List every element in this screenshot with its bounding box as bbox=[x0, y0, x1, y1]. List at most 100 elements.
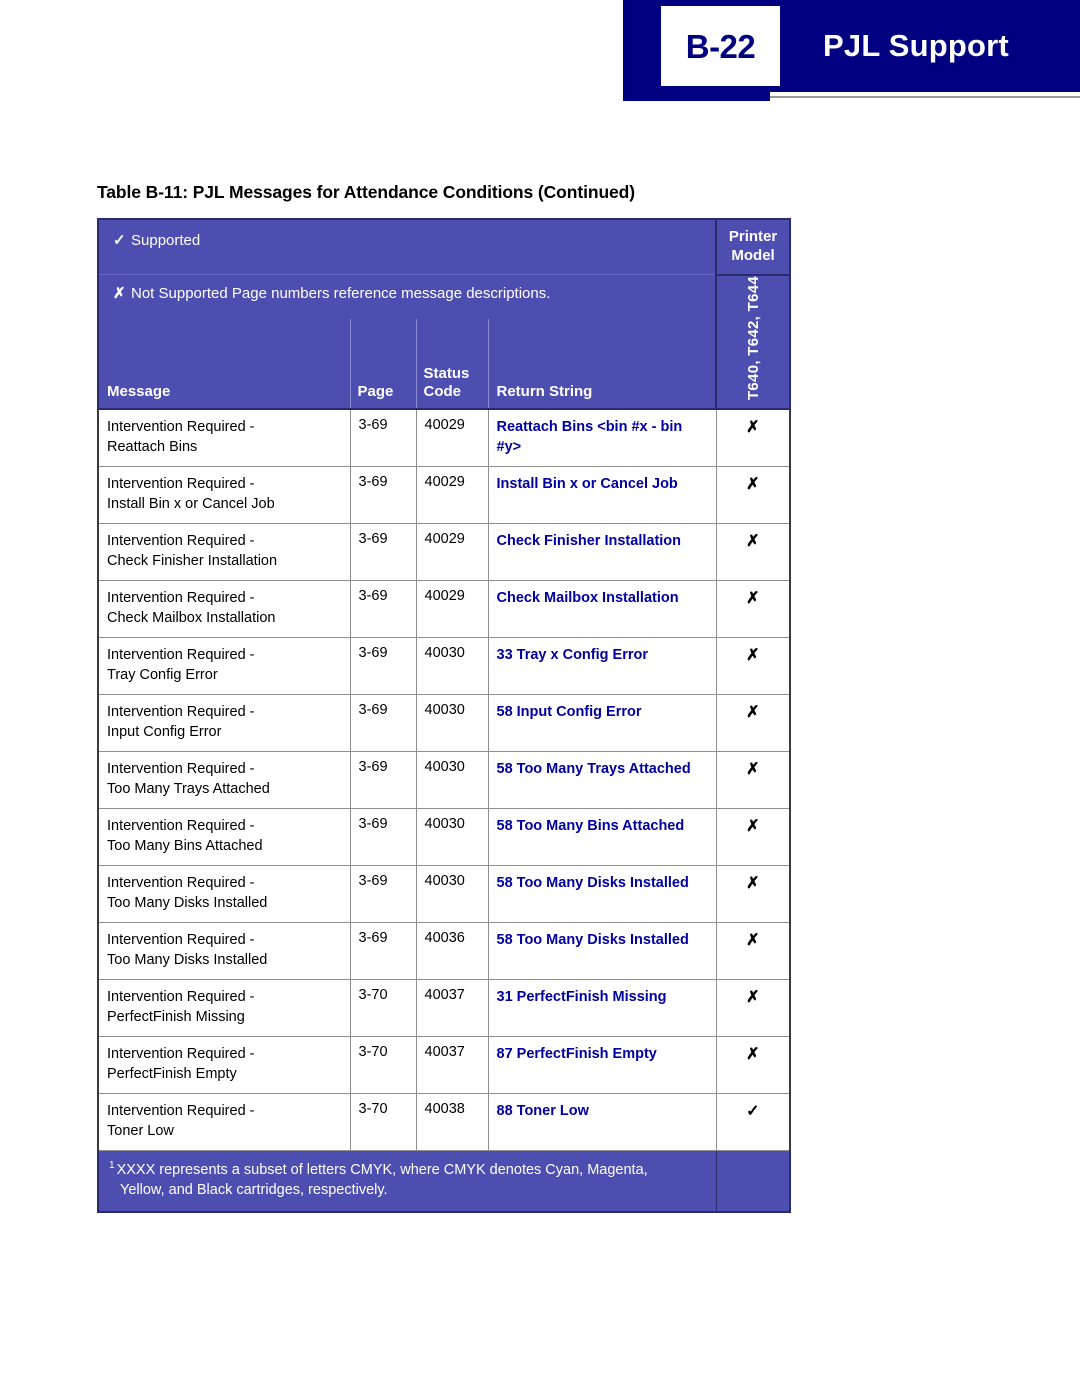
legend-page-note: Page numbers reference message descripti… bbox=[231, 285, 551, 302]
table-row: Intervention Required - Install Bin x or… bbox=[97, 466, 792, 524]
cell-message: Intervention Required - Too Many Disks I… bbox=[97, 865, 350, 923]
printer-model-vertical-label-cell: T640, T642, T644 bbox=[715, 274, 792, 410]
cell-status-code: 40037 bbox=[415, 979, 488, 1037]
cell-message: Intervention Required - Too Many Trays A… bbox=[97, 751, 350, 809]
table-row: Intervention Required - Too Many Bins At… bbox=[97, 808, 792, 866]
table-row: Intervention Required - Reattach Bins 3-… bbox=[97, 408, 792, 467]
message-line1: Intervention Required - bbox=[107, 589, 255, 606]
table-footnote-row: 1 XXXX represents a subset of letters CMY… bbox=[96, 1149, 792, 1213]
pjl-messages-table: ✓ Supported Printer Model ✗ Not Supported … bbox=[96, 218, 792, 1213]
cell-return-string: 88 Toner Low bbox=[487, 1093, 717, 1151]
cell-page: 3-69 bbox=[349, 922, 416, 980]
column-header-status-code: Status Code bbox=[415, 318, 488, 410]
cell-status-code: 40030 bbox=[415, 865, 488, 923]
message-line2: Too Many Disks Installed bbox=[107, 951, 268, 968]
cell-status-code: 40029 bbox=[415, 580, 488, 638]
footnote-line2: Yellow, and Black cartridges, respective… bbox=[120, 1181, 388, 1198]
table-footnote-blank-cell bbox=[716, 1149, 792, 1213]
message-line2: Reattach Bins bbox=[107, 438, 198, 455]
message-line1: Intervention Required - bbox=[107, 1045, 255, 1062]
cell-message: Intervention Required - Check Mailbox In… bbox=[97, 580, 350, 638]
cell-model-support-mark: ✗ bbox=[715, 694, 792, 752]
printer-model-header-line2: Model bbox=[731, 246, 775, 264]
message-line1: Intervention Required - bbox=[107, 475, 255, 492]
message-line2: Too Many Trays Attached bbox=[107, 780, 270, 797]
printer-model-header: Printer Model bbox=[715, 218, 792, 276]
cell-message: Intervention Required - Input Config Err… bbox=[97, 694, 350, 752]
printer-model-vertical-label: T640, T642, T644 bbox=[744, 275, 762, 400]
table-row: Intervention Required - PerfectFinish Em… bbox=[97, 1036, 792, 1094]
cell-model-support-mark: ✗ bbox=[715, 865, 792, 923]
printer-model-header-line1: Printer bbox=[728, 228, 778, 245]
cell-model-support-mark: ✗ bbox=[715, 637, 792, 695]
cell-page: 3-70 bbox=[349, 1036, 416, 1094]
table-row: Intervention Required - Check Mailbox In… bbox=[97, 580, 792, 638]
message-line2: Tray Config Error bbox=[107, 666, 218, 683]
cell-status-code: 40038 bbox=[415, 1093, 488, 1151]
page-header-band: B-22 PJL Support bbox=[623, 0, 1080, 92]
message-line1: Intervention Required - bbox=[107, 760, 255, 777]
cell-model-support-mark: ✗ bbox=[715, 580, 792, 638]
cell-message: Intervention Required - Reattach Bins bbox=[97, 408, 350, 467]
table-row: Intervention Required - Check Finisher I… bbox=[97, 523, 792, 581]
page-number-label: B-22 bbox=[685, 27, 756, 65]
cell-page: 3-69 bbox=[349, 865, 416, 923]
cell-model-support-mark: ✗ bbox=[715, 808, 792, 866]
legend-not-supported: ✗ Not Supported Page numbers reference me… bbox=[96, 274, 717, 319]
cell-return-string: 87 PerfectFinish Empty bbox=[487, 1036, 717, 1094]
message-line2: Too Many Bins Attached bbox=[107, 837, 263, 854]
cell-message: Intervention Required - Install Bin x or… bbox=[97, 466, 350, 524]
legend-supported: ✓ Supported bbox=[96, 218, 717, 275]
cell-page: 3-70 bbox=[349, 1093, 416, 1151]
page-number-chip: B-22 bbox=[661, 6, 780, 86]
cell-return-string: 58 Too Many Trays Attached bbox=[487, 751, 717, 809]
cell-page: 3-69 bbox=[349, 408, 416, 467]
cell-status-code: 40029 bbox=[415, 466, 488, 524]
cell-message: Intervention Required - Toner Low bbox=[97, 1093, 350, 1151]
column-header-status-line2: Code bbox=[423, 382, 462, 400]
column-header-page: Page bbox=[349, 318, 416, 410]
cell-status-code: 40030 bbox=[415, 637, 488, 695]
message-line1: Intervention Required - bbox=[107, 1102, 255, 1119]
message-line1: Intervention Required - bbox=[107, 703, 255, 720]
message-line2: PerfectFinish Empty bbox=[107, 1065, 237, 1082]
cell-model-support-mark: ✗ bbox=[715, 1036, 792, 1094]
table-row: Intervention Required - Tray Config Erro… bbox=[97, 637, 792, 695]
message-line1: Intervention Required - bbox=[107, 931, 255, 948]
cell-return-string: 33 Tray x Config Error bbox=[487, 637, 717, 695]
cell-return-string: Check Mailbox Installation bbox=[487, 580, 717, 638]
cell-return-string: 58 Too Many Bins Attached bbox=[487, 808, 717, 866]
cross-icon: ✗ bbox=[113, 285, 126, 302]
cell-page: 3-69 bbox=[349, 523, 416, 581]
table-row: Intervention Required - Toner Low 3-70 4… bbox=[97, 1093, 792, 1151]
legend-not-supported-label: Not Supported bbox=[131, 285, 228, 302]
column-header-status-line1: Status bbox=[423, 364, 470, 382]
cell-status-code: 40030 bbox=[415, 694, 488, 752]
table-column-header-row: Message Page Status Code Return String bbox=[97, 318, 790, 410]
cell-return-string: Install Bin x or Cancel Job bbox=[487, 466, 717, 524]
legend-supported-label: Supported bbox=[131, 232, 201, 249]
message-line2: Check Mailbox Installation bbox=[107, 609, 276, 626]
cell-return-string: 58 Too Many Disks Installed bbox=[487, 865, 717, 923]
cell-message: Intervention Required - PerfectFinish Em… bbox=[97, 1036, 350, 1094]
message-line1: Intervention Required - bbox=[107, 418, 255, 435]
table-legend-row-notsupported: ✗ Not Supported Page numbers reference me… bbox=[96, 274, 792, 410]
cell-model-support-mark: ✗ bbox=[715, 751, 792, 809]
table-row: Intervention Required - Too Many Trays A… bbox=[97, 751, 792, 809]
table-footnote: 1 XXXX represents a subset of letters CMY… bbox=[96, 1149, 717, 1213]
page-title: PJL Support bbox=[823, 28, 1009, 63]
cell-status-code: 40030 bbox=[415, 751, 488, 809]
cell-page: 3-70 bbox=[349, 979, 416, 1037]
message-line1: Intervention Required - bbox=[107, 532, 255, 549]
cell-return-string: Check Finisher Installation bbox=[487, 523, 717, 581]
table-row: Intervention Required - Too Many Disks I… bbox=[97, 922, 792, 980]
cell-status-code: 40029 bbox=[415, 408, 488, 467]
table-caption: Table B-11: PJL Messages for Attendance … bbox=[97, 182, 635, 202]
cell-page: 3-69 bbox=[349, 466, 416, 524]
cell-message: Intervention Required - Tray Config Erro… bbox=[97, 637, 350, 695]
cell-model-support-mark: ✗ bbox=[715, 523, 792, 581]
cell-model-support-mark: ✗ bbox=[715, 466, 792, 524]
cell-status-code: 40036 bbox=[415, 922, 488, 980]
cell-return-string: Reattach Bins <bin #x - bin #y> bbox=[487, 408, 717, 467]
cell-message: Intervention Required - Check Finisher I… bbox=[97, 523, 350, 581]
